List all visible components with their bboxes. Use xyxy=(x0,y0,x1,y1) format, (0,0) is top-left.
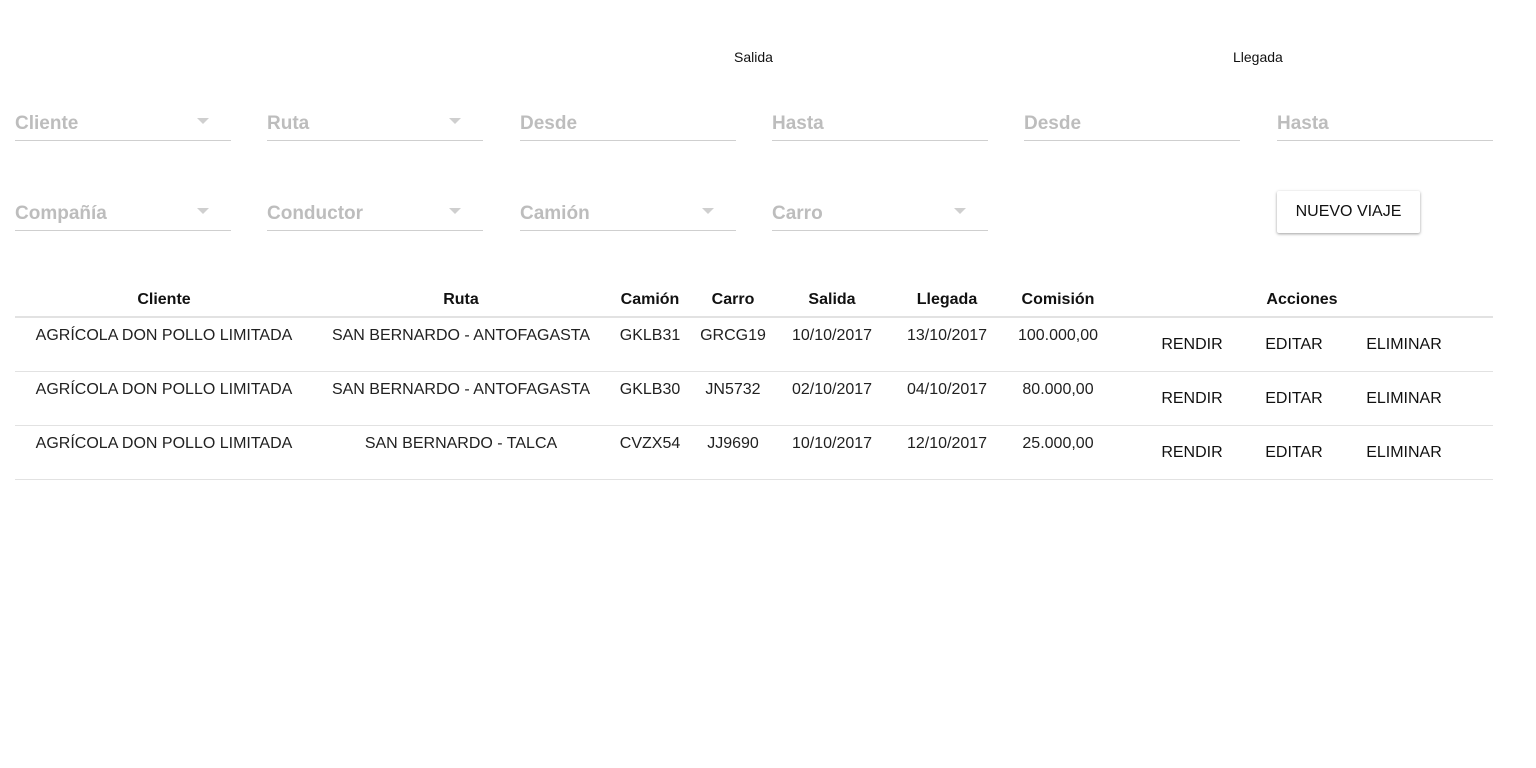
header-salida: Salida xyxy=(775,283,889,318)
llegada-group-label: Llegada xyxy=(1233,49,1283,65)
cell-ruta: SAN BERNARDO - ANTOFAGASTA xyxy=(313,317,609,372)
chevron-down-icon xyxy=(702,208,714,214)
compania-placeholder: Compañía xyxy=(15,203,107,224)
compania-select[interactable]: Compañía xyxy=(15,201,231,231)
header-ruta: Ruta xyxy=(313,283,609,318)
chevron-down-icon xyxy=(449,208,461,214)
carro-placeholder: Carro xyxy=(772,203,823,224)
cell-carro: JJ9690 xyxy=(691,425,775,480)
cell-acciones: RENDIR EDITAR ELIMINAR xyxy=(1111,425,1493,480)
cell-camion: GKLB30 xyxy=(609,371,691,426)
new-trip-button[interactable]: NUEVO VIAJE xyxy=(1277,191,1420,233)
header-acciones: Acciones xyxy=(1111,283,1493,318)
cell-camion: CVZX54 xyxy=(609,425,691,480)
cell-cliente: AGRÍCOLA DON POLLO LIMITADA xyxy=(15,317,313,372)
header-carro: Carro xyxy=(691,283,775,318)
chevron-down-icon xyxy=(197,118,209,124)
eliminar-button[interactable]: ELIMINAR xyxy=(1347,390,1461,408)
salida-hasta-field[interactable]: Hasta xyxy=(772,111,988,141)
cliente-placeholder: Cliente xyxy=(15,113,79,134)
rendir-button[interactable]: RENDIR xyxy=(1143,390,1241,408)
trips-page: Salida Llegada Cliente Ruta Desde Hasta … xyxy=(0,0,1536,768)
llegada-desde-placeholder: Desde xyxy=(1024,113,1082,134)
llegada-hasta-field[interactable]: Hasta xyxy=(1277,111,1493,141)
cell-carro: JN5732 xyxy=(691,371,775,426)
carro-select[interactable]: Carro xyxy=(772,201,988,231)
rendir-button[interactable]: RENDIR xyxy=(1143,444,1241,462)
cell-llegada: 04/10/2017 xyxy=(889,371,1005,426)
rendir-button[interactable]: RENDIR xyxy=(1143,336,1241,354)
llegada-desde-field[interactable]: Desde xyxy=(1024,111,1240,141)
eliminar-button[interactable]: ELIMINAR xyxy=(1347,444,1461,462)
salida-desde-placeholder: Desde xyxy=(520,113,578,134)
cell-acciones: RENDIR EDITAR ELIMINAR xyxy=(1111,317,1493,372)
chevron-down-icon xyxy=(449,118,461,124)
cell-cliente: AGRÍCOLA DON POLLO LIMITADA xyxy=(15,371,313,426)
camion-select[interactable]: Camión xyxy=(520,201,736,231)
conductor-select[interactable]: Conductor xyxy=(267,201,483,231)
cell-salida: 10/10/2017 xyxy=(775,317,889,372)
table-row: AGRÍCOLA DON POLLO LIMITADA SAN BERNARDO… xyxy=(15,317,1493,372)
ruta-select[interactable]: Ruta xyxy=(267,111,483,141)
table-row: AGRÍCOLA DON POLLO LIMITADA SAN BERNARDO… xyxy=(15,425,1493,480)
editar-button[interactable]: EDITAR xyxy=(1241,390,1347,408)
salida-group-label: Salida xyxy=(734,49,773,65)
cell-cliente: AGRÍCOLA DON POLLO LIMITADA xyxy=(15,425,313,480)
cell-comision: 80.000,00 xyxy=(1005,371,1111,426)
editar-button[interactable]: EDITAR xyxy=(1241,444,1347,462)
cell-acciones: RENDIR EDITAR ELIMINAR xyxy=(1111,371,1493,426)
cell-salida: 02/10/2017 xyxy=(775,371,889,426)
cell-carro: GRCG19 xyxy=(691,317,775,372)
header-comision: Comisión xyxy=(1005,283,1111,318)
editar-button[interactable]: EDITAR xyxy=(1241,336,1347,354)
conductor-placeholder: Conductor xyxy=(267,203,364,224)
cell-ruta: SAN BERNARDO - TALCA xyxy=(313,425,609,480)
cell-llegada: 12/10/2017 xyxy=(889,425,1005,480)
salida-desde-field[interactable]: Desde xyxy=(520,111,736,141)
chevron-down-icon xyxy=(197,208,209,214)
header-llegada: Llegada xyxy=(889,283,1005,318)
cell-comision: 25.000,00 xyxy=(1005,425,1111,480)
cell-llegada: 13/10/2017 xyxy=(889,317,1005,372)
table-header-row: Cliente Ruta Camión Carro Salida Llegada… xyxy=(15,283,1493,318)
cell-camion: GKLB31 xyxy=(609,317,691,372)
chevron-down-icon xyxy=(954,208,966,214)
header-cliente: Cliente xyxy=(15,283,313,318)
llegada-hasta-placeholder: Hasta xyxy=(1277,113,1329,134)
table-row: AGRÍCOLA DON POLLO LIMITADA SAN BERNARDO… xyxy=(15,371,1493,426)
salida-hasta-placeholder: Hasta xyxy=(772,113,824,134)
cell-comision: 100.000,00 xyxy=(1005,317,1111,372)
cliente-select[interactable]: Cliente xyxy=(15,111,231,141)
camion-placeholder: Camión xyxy=(520,203,590,224)
eliminar-button[interactable]: ELIMINAR xyxy=(1347,336,1461,354)
header-camion: Camión xyxy=(609,283,691,318)
cell-ruta: SAN BERNARDO - ANTOFAGASTA xyxy=(313,371,609,426)
ruta-placeholder: Ruta xyxy=(267,113,310,134)
cell-salida: 10/10/2017 xyxy=(775,425,889,480)
trips-table: Cliente Ruta Camión Carro Salida Llegada… xyxy=(15,283,1493,480)
